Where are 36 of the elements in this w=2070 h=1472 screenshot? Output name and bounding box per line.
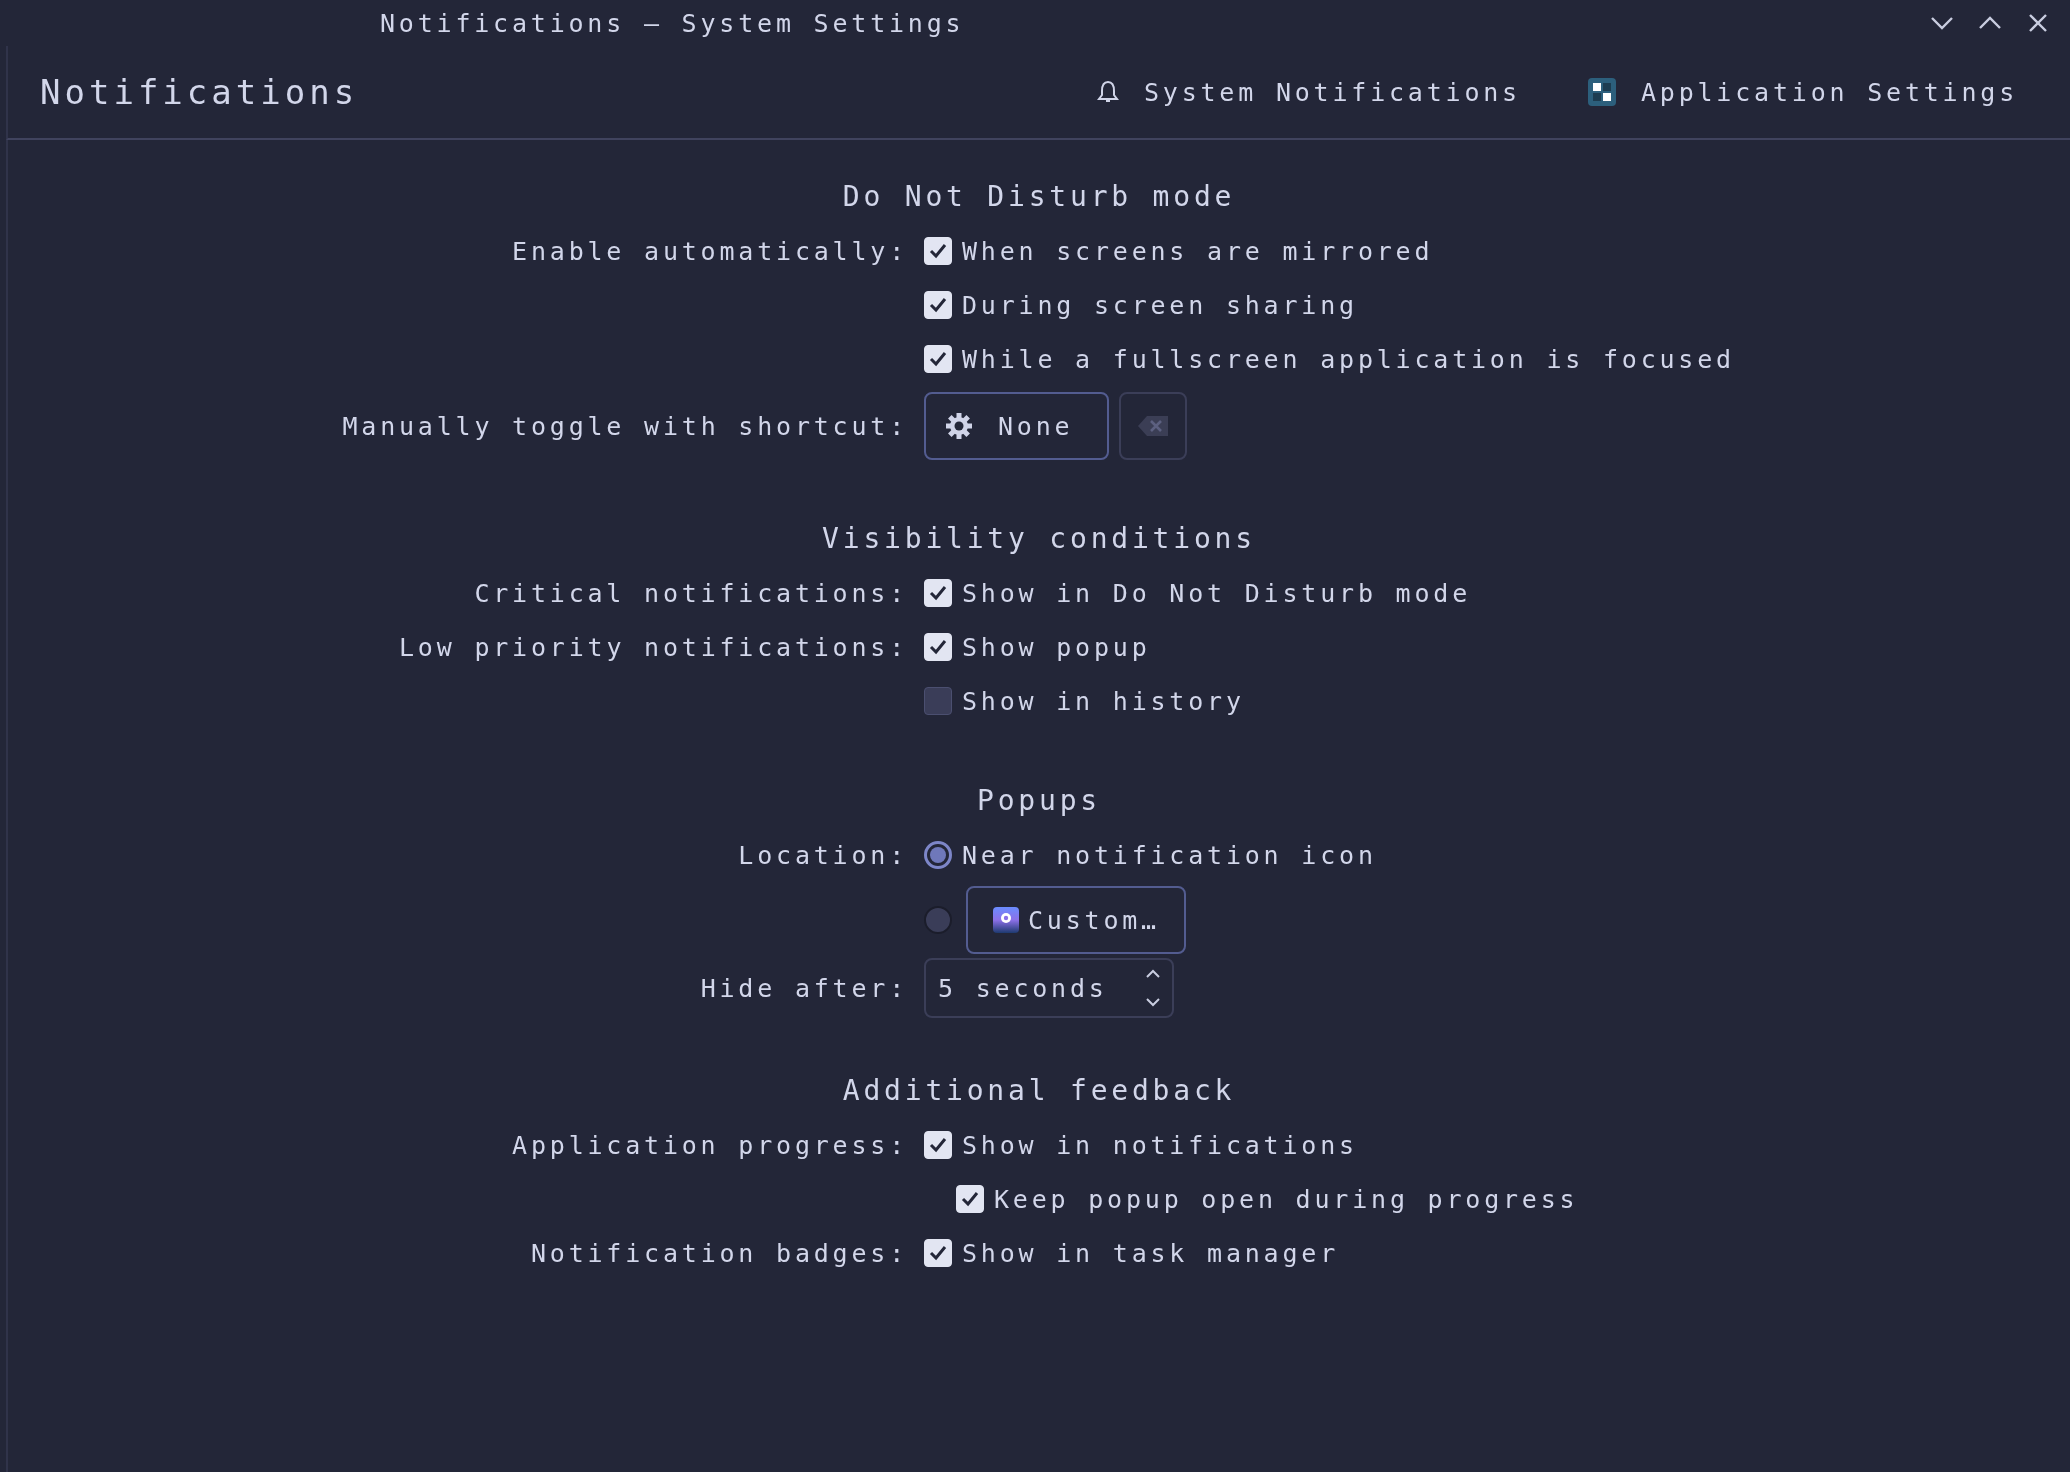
form-label: Location: <box>738 840 908 870</box>
custom-button[interactable]: Custom… <box>966 886 1186 954</box>
checkbox-label: Show in history <box>962 686 1245 716</box>
checkbox[interactable] <box>924 687 952 715</box>
page-title: Notifications <box>40 72 359 112</box>
checkbox-label: Keep popup open during progress <box>994 1184 1579 1214</box>
form-label: Manually toggle with shortcut: <box>342 411 908 441</box>
radio-button[interactable] <box>924 841 952 869</box>
header-link[interactable]: Application Settings <box>1578 71 2026 113</box>
checkbox-label: Show in task manager <box>962 1238 1340 1268</box>
form-label: Application progress: <box>512 1130 908 1160</box>
bell-icon <box>1095 79 1120 105</box>
checkbox-label: When screens are mirrored <box>962 236 1434 266</box>
checkbox-label: Show in Do Not Disturb mode <box>962 578 1471 608</box>
radio-label: Near notification icon <box>962 840 1377 870</box>
backspace-icon <box>1136 413 1171 439</box>
shortcut-button[interactable]: None <box>924 392 1110 460</box>
form-label: Enable automatically: <box>512 236 908 266</box>
up-down-arrows-icon[interactable] <box>1144 968 1162 1008</box>
form-label: Notification badges: <box>530 1238 908 1268</box>
section-heading: Visibility conditions <box>821 521 1257 557</box>
section-heading: Do Not Disturb mode <box>841 179 1237 215</box>
form-label: Hide after: <box>700 973 908 1003</box>
header-link[interactable]: System Notifications <box>1087 71 1529 113</box>
grid-icon <box>1586 77 1617 107</box>
checkbox-label: During screen sharing <box>962 290 1358 320</box>
radio-button[interactable] <box>924 906 952 934</box>
checkbox-label: Show popup <box>962 632 1151 662</box>
section-heading: Popups <box>976 783 1102 819</box>
section-heading: Additional feedback <box>841 1073 1237 1109</box>
form-label: Critical notifications: <box>474 578 908 608</box>
checkbox-label: While a fullscreen application is focused <box>962 344 1735 374</box>
spin-box[interactable]: 5 seconds <box>924 958 1174 1018</box>
form-label: Low priority notifications: <box>399 632 908 662</box>
window-title: Notifications — System Settings <box>380 8 965 38</box>
checkbox-label: Show in notifications <box>962 1130 1358 1160</box>
